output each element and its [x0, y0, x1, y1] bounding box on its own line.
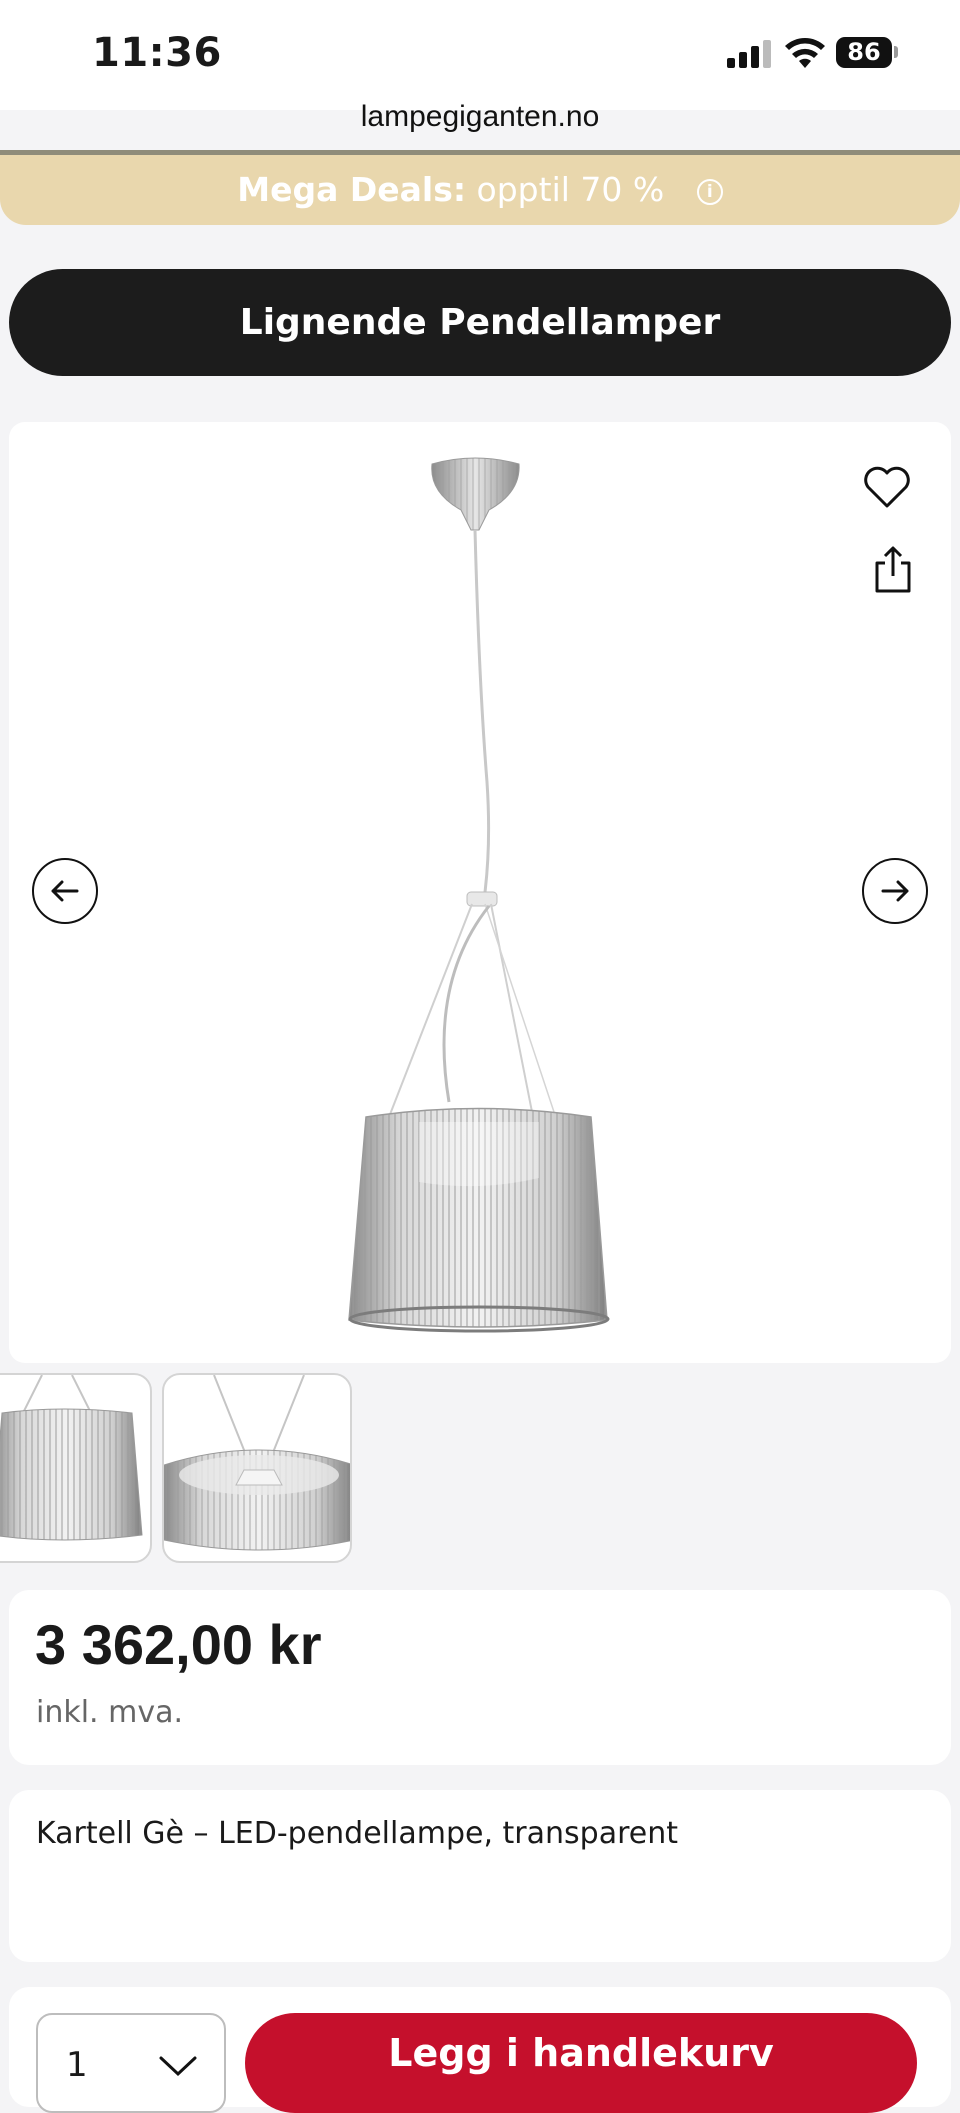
status-bar: 11:36 86 [0, 0, 960, 110]
arrow-left-icon [51, 880, 79, 902]
promo-text: opptil 70 % [476, 170, 665, 209]
quantity-value: 1 [66, 2045, 88, 2085]
thumbnail-image [164, 1375, 350, 1551]
status-time: 11:36 [92, 30, 222, 76]
next-image-button[interactable] [862, 858, 928, 924]
info-icon[interactable]: i [696, 178, 723, 205]
add-to-cart-button[interactable]: Legg i handlekurv [245, 2013, 917, 2113]
previous-image-button[interactable] [32, 858, 98, 924]
heart-icon[interactable] [862, 464, 912, 510]
product-image-gallery[interactable] [9, 422, 951, 1363]
product-image [348, 457, 610, 1333]
thumbnail-2[interactable] [162, 1373, 352, 1563]
signal-icon [727, 40, 771, 68]
product-title: Kartell Gè – LED-pendellampe, transparen… [36, 1816, 678, 1851]
arrow-right-icon [881, 880, 909, 902]
thumbnail-1[interactable] [0, 1373, 152, 1563]
address-bar[interactable]: lampegiganten.no [0, 100, 960, 134]
product-price: 3 362,00 kr [35, 1613, 322, 1676]
chevron-down-icon [159, 2056, 197, 2077]
battery-indicator: 86 [836, 37, 892, 68]
vat-note: inkl. mva. [36, 1695, 184, 1730]
similar-products-button[interactable]: Lignende Pendellamper [9, 269, 951, 376]
promo-banner[interactable]: Mega Deals: opptil 70 % i [0, 155, 960, 225]
share-icon[interactable] [872, 545, 914, 595]
promo-title: Mega Deals: [237, 170, 467, 209]
battery-tip [894, 46, 898, 58]
wifi-icon [785, 38, 825, 68]
thumbnail-image [0, 1375, 143, 1541]
quantity-select[interactable]: 1 [36, 2013, 226, 2113]
